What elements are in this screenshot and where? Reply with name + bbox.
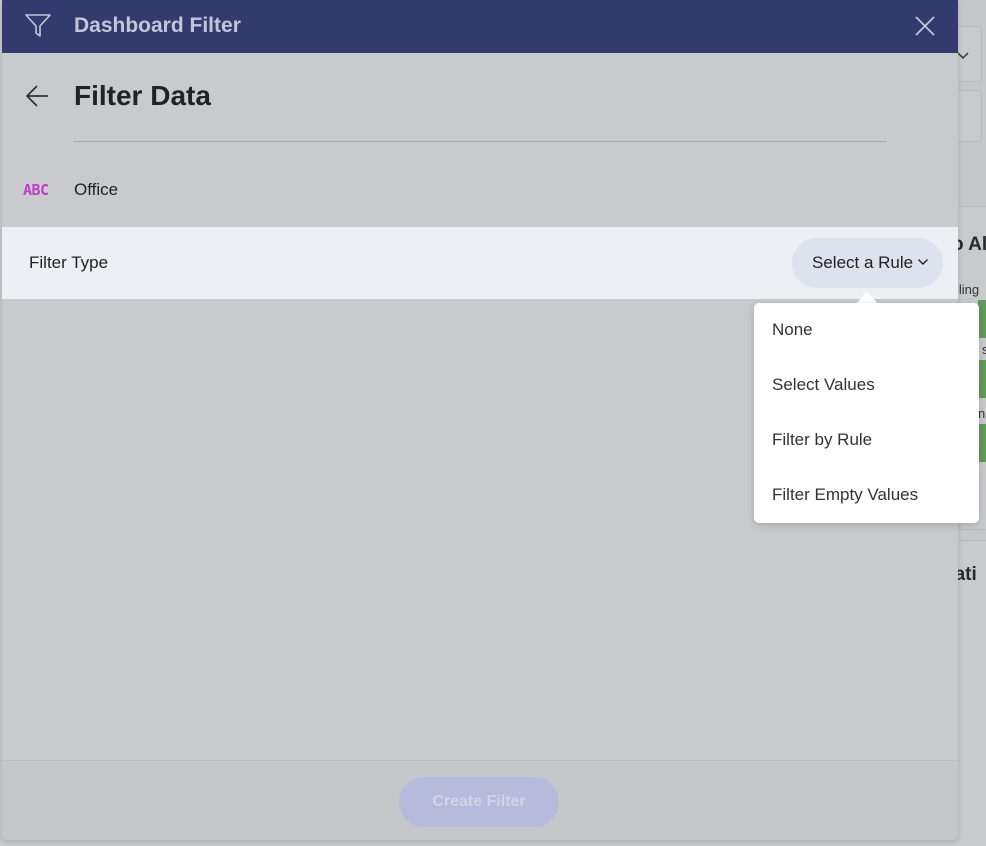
menu-item-filter-by-rule[interactable]: Filter by Rule bbox=[772, 430, 872, 450]
dropdown-caret bbox=[857, 291, 877, 303]
close-icon[interactable] bbox=[912, 13, 938, 39]
page-title: Filter Data bbox=[74, 80, 211, 111]
rule-options-menu: None Select Values Filter by Rule Filter… bbox=[754, 303, 979, 523]
background-label: s bbox=[982, 342, 986, 357]
chevron-down-icon bbox=[918, 259, 928, 265]
back-arrow-icon[interactable] bbox=[24, 82, 52, 110]
background-bar bbox=[978, 424, 986, 462]
dialog-title: Dashboard Filter bbox=[74, 14, 241, 37]
dialog-footer: Create Filter bbox=[2, 760, 958, 840]
background-heading: cati bbox=[958, 564, 977, 585]
menu-item-filter-empty-values[interactable]: Filter Empty Values bbox=[772, 485, 918, 505]
filter-type-row: Filter Type Select a Rule bbox=[2, 227, 958, 299]
select-rule-dropdown[interactable]: Select a Rule bbox=[792, 238, 943, 288]
select-rule-label: Select a Rule bbox=[812, 253, 914, 272]
background-heading: o Al bbox=[958, 234, 986, 255]
background-label: iling bbox=[958, 282, 980, 297]
filter-icon bbox=[25, 14, 51, 37]
menu-item-none[interactable]: None bbox=[772, 320, 813, 340]
filter-type-label: Filter Type bbox=[29, 253, 109, 272]
background-bar bbox=[978, 360, 986, 398]
divider bbox=[74, 141, 886, 142]
field-name: Office bbox=[74, 180, 119, 199]
dialog-header: Dashboard Filter bbox=[2, 0, 958, 53]
background-label: n bbox=[978, 406, 986, 421]
menu-item-select-values[interactable]: Select Values bbox=[772, 375, 875, 395]
background-dropdown bbox=[958, 26, 982, 82]
background-input bbox=[958, 90, 982, 142]
background-bar bbox=[978, 300, 986, 338]
chevron-down-icon bbox=[958, 52, 969, 60]
field-type-badge: ABC bbox=[23, 181, 49, 199]
create-filter-button[interactable]: Create Filter bbox=[399, 777, 559, 827]
